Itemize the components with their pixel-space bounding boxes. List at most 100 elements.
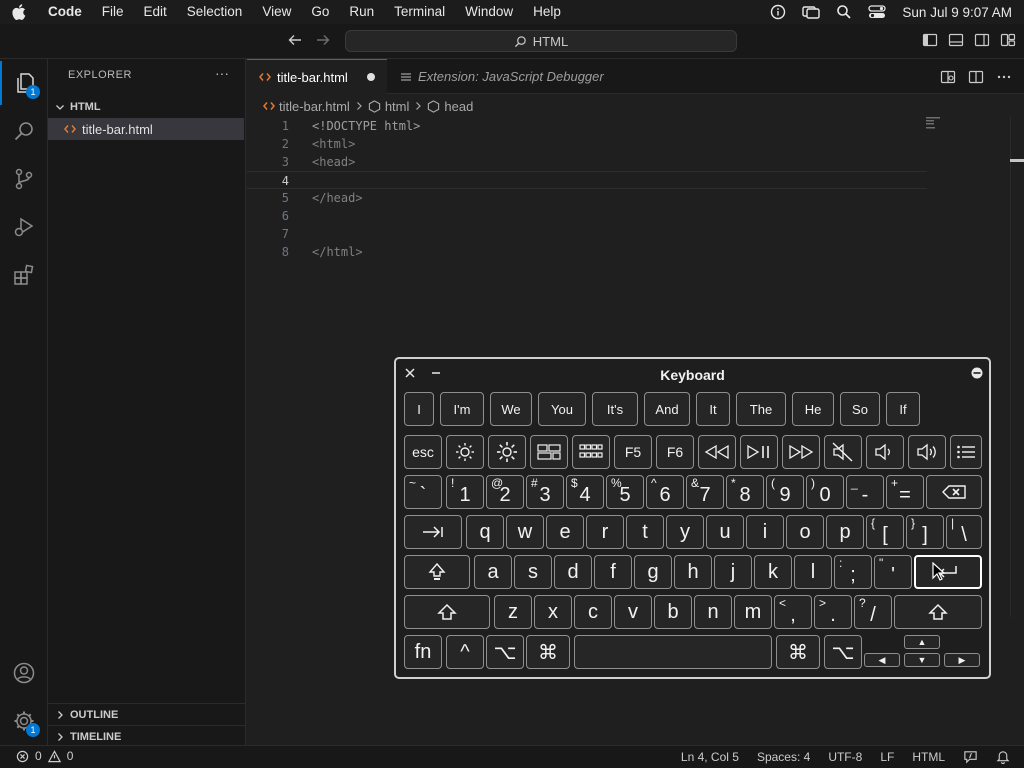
code-editor[interactable]: 1 <!DOCTYPE html> 2 <html> 3 <head> 4 5 </he… <box>247 117 1024 261</box>
key-j[interactable]: j <box>714 555 752 589</box>
fn-key[interactable]: fn <box>404 635 442 669</box>
toggle-secondary-sidebar-icon[interactable] <box>974 32 990 48</box>
volume-down-key[interactable] <box>866 435 904 469</box>
key-m[interactable]: m <box>734 595 772 629</box>
key-6[interactable]: ^ 6 <box>646 475 684 509</box>
menu-selection[interactable]: Selection <box>177 0 253 24</box>
key-f[interactable]: f <box>594 555 632 589</box>
code-line[interactable]: 8 </html> <box>247 243 1024 261</box>
activity-accounts[interactable] <box>0 651 48 695</box>
key-7[interactable]: & 7 <box>686 475 724 509</box>
language-mode[interactable]: HTML <box>912 750 945 764</box>
key-r[interactable]: r <box>586 515 624 549</box>
key-c[interactable]: c <box>574 595 612 629</box>
activity-extensions[interactable] <box>0 253 48 297</box>
menu-edit[interactable]: Edit <box>134 0 177 24</box>
command-center[interactable]: HTML <box>345 30 737 52</box>
key-comma[interactable]: <, <box>774 595 812 629</box>
options-icon[interactable] <box>971 367 983 379</box>
toggle-primary-sidebar-icon[interactable] <box>922 32 938 48</box>
arrow-up-key[interactable]: ▲ <box>904 635 940 649</box>
key-e[interactable]: e <box>546 515 584 549</box>
key-w[interactable]: w <box>506 515 544 549</box>
explorer-more-button[interactable]: ··· <box>215 65 229 81</box>
code-line[interactable]: 3 <head> <box>247 153 1024 171</box>
key-quote[interactable]: " ' <box>874 555 912 589</box>
menu-window[interactable]: Window <box>455 0 523 24</box>
breadcrumb-html[interactable]: html <box>385 99 410 114</box>
suggestion-key[interactable]: If <box>886 392 920 426</box>
return-key[interactable] <box>914 555 982 589</box>
split-editor-icon[interactable] <box>968 69 984 85</box>
cursor-position[interactable]: Ln 4, Col 5 <box>681 750 739 764</box>
key-q[interactable]: q <box>466 515 504 549</box>
key-o[interactable]: o <box>786 515 824 549</box>
control-center-icon[interactable] <box>868 4 887 20</box>
mission-control-key[interactable] <box>530 435 568 469</box>
key-z[interactable]: z <box>494 595 532 629</box>
left-option-key[interactable]: ⌥ <box>486 635 524 669</box>
outline-section[interactable]: OUTLINE <box>48 703 246 725</box>
key-equals[interactable]: + = <box>886 475 924 509</box>
key-a[interactable]: a <box>474 555 512 589</box>
key-y[interactable]: y <box>666 515 704 549</box>
control-key[interactable]: ^ <box>446 635 484 669</box>
copilot-icon[interactable] <box>963 749 978 764</box>
key-slash[interactable]: ? / <box>854 595 892 629</box>
right-command-key[interactable]: ⌘ <box>776 635 820 669</box>
key-2[interactable]: @2 <box>486 475 524 509</box>
tab-title-bar-html[interactable]: title-bar.html <box>247 59 387 94</box>
key-right-bracket[interactable]: }] <box>906 515 944 549</box>
problems-indicator[interactable]: 0 0 <box>16 749 73 763</box>
key-backslash[interactable]: | \ <box>946 515 982 549</box>
more-actions-icon[interactable] <box>996 69 1012 85</box>
activity-source-control[interactable] <box>0 157 48 201</box>
breadcrumb-file[interactable]: title-bar.html <box>279 99 350 114</box>
key-backtick[interactable]: ~ ` <box>404 475 442 509</box>
activity-manage[interactable]: 1 <box>0 699 48 743</box>
key-v[interactable]: v <box>614 595 652 629</box>
key-k[interactable]: k <box>754 555 792 589</box>
tab-key[interactable] <box>404 515 462 549</box>
key-t[interactable]: t <box>626 515 664 549</box>
suggestion-key[interactable]: I'm <box>440 392 484 426</box>
activity-run-debug[interactable] <box>0 205 48 249</box>
key-d[interactable]: d <box>554 555 592 589</box>
activity-explorer[interactable]: 1 <box>0 61 48 105</box>
play-pause-key[interactable] <box>740 435 778 469</box>
open-preview-icon[interactable] <box>940 69 956 85</box>
fast-forward-key[interactable] <box>782 435 820 469</box>
key-8[interactable]: * 8 <box>726 475 764 509</box>
f6-key[interactable]: F6 <box>656 435 694 469</box>
info-icon[interactable] <box>770 4 786 20</box>
encoding[interactable]: UTF-8 <box>828 750 862 764</box>
folder-html[interactable]: HTML <box>48 96 246 118</box>
key-5[interactable]: % 5 <box>606 475 644 509</box>
code-line[interactable]: 2 <html> <box>247 135 1024 153</box>
suggestion-key[interactable]: You <box>538 392 586 426</box>
activity-search[interactable] <box>0 109 48 153</box>
mute-key[interactable] <box>824 435 862 469</box>
brightness-down-key[interactable] <box>446 435 484 469</box>
suggestion-key[interactable]: The <box>736 392 786 426</box>
customize-layout-icon[interactable] <box>1000 32 1016 48</box>
apple-menu[interactable] <box>0 4 38 20</box>
suggestion-key[interactable]: I <box>404 392 434 426</box>
code-line[interactable]: 5 </head> <box>247 189 1024 207</box>
modified-dot[interactable] <box>367 73 375 81</box>
end-of-line[interactable]: LF <box>880 750 894 764</box>
key-n[interactable]: n <box>694 595 732 629</box>
key-h[interactable]: h <box>674 555 712 589</box>
indentation[interactable]: Spaces: 4 <box>757 750 810 764</box>
left-command-key[interactable]: ⌘ <box>526 635 570 669</box>
launchpad-key[interactable] <box>572 435 610 469</box>
tab-extension-js-debugger[interactable]: Extension: JavaScript Debugger <box>388 59 638 94</box>
menu-app-code[interactable]: Code <box>38 0 92 24</box>
right-shift-key[interactable] <box>894 595 982 629</box>
spotlight-search-icon[interactable] <box>836 4 852 20</box>
file-title-bar-html[interactable]: title-bar.html <box>48 118 244 140</box>
key-4[interactable]: $4 <box>566 475 604 509</box>
key-0[interactable]: ) 0 <box>806 475 844 509</box>
suggestion-key[interactable]: It's <box>592 392 638 426</box>
suggestion-key[interactable]: He <box>792 392 834 426</box>
